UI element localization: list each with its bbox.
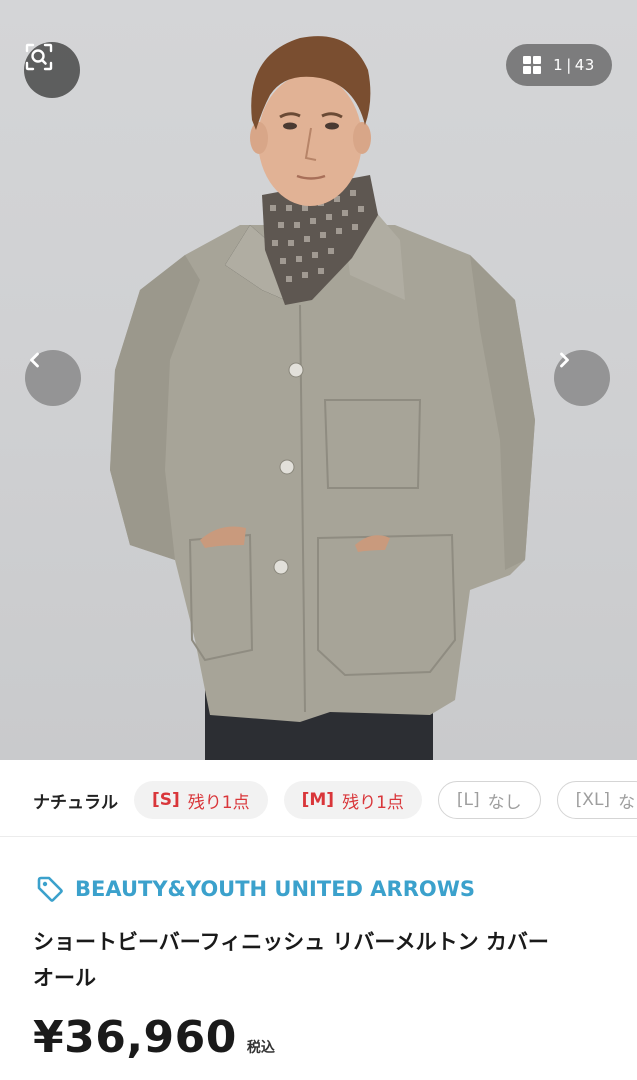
product-photo — [110, 36, 535, 760]
product-title: ショートビーバーフィニッシュ リバーメルトン カバー オール — [33, 924, 603, 996]
size-chip-xl[interactable]: [XL] な — [556, 781, 637, 819]
grid-icon — [523, 56, 542, 74]
product-title-line1: ショートビーバーフィニッシュ リバーメルトン カバー — [33, 930, 549, 954]
image-search-button[interactable] — [24, 42, 80, 98]
color-name: ナチュラル — [33, 792, 118, 813]
size-chip-m[interactable]: [M] 残り1点 — [283, 781, 422, 819]
image-search-icon — [25, 43, 53, 71]
chevron-right-icon — [560, 352, 569, 368]
previous-image-button[interactable] — [25, 350, 81, 406]
tag-icon — [37, 876, 63, 902]
counter-total: 43 — [574, 56, 595, 74]
stock-label: なし — [487, 792, 522, 813]
counter-separator: | — [566, 56, 572, 74]
brand-link[interactable]: BEAUTY&YOUTH UNITED ARROWS — [35, 874, 475, 904]
tax-label: 税込 — [246, 1040, 275, 1056]
size-label: [L] — [456, 790, 480, 810]
size-label: [M] — [301, 790, 335, 810]
stock-label: な — [618, 792, 636, 813]
size-chip-s[interactable]: [S] 残り1点 — [134, 781, 268, 819]
chevron-left-icon — [30, 352, 39, 368]
section-divider — [0, 836, 637, 837]
counter-current: 1 — [553, 56, 564, 74]
image-counter[interactable]: 1 | 43 — [506, 44, 612, 86]
size-label: [XL] — [575, 790, 611, 810]
price: ¥36,960 — [33, 1012, 237, 1063]
size-chip-l[interactable]: [L] なし — [437, 781, 541, 819]
stock-label: 残り1点 — [187, 792, 250, 813]
brand-name: BEAUTY&YOUTH UNITED ARROWS — [75, 877, 476, 901]
product-title-line2: オール — [33, 966, 96, 990]
stock-label: 残り1点 — [342, 792, 404, 813]
size-label: [S] — [152, 790, 180, 810]
product-image-gallery[interactable]: 1 | 43 — [0, 0, 637, 760]
next-image-button[interactable] — [554, 350, 610, 406]
counter-text: 1 | 43 — [553, 56, 595, 74]
size-selector: ナチュラル [S] 残り1点 [M] 残り1点 [L] なし [XL] な — [0, 768, 637, 832]
price-row: ¥36,960 税込 — [33, 1012, 275, 1063]
